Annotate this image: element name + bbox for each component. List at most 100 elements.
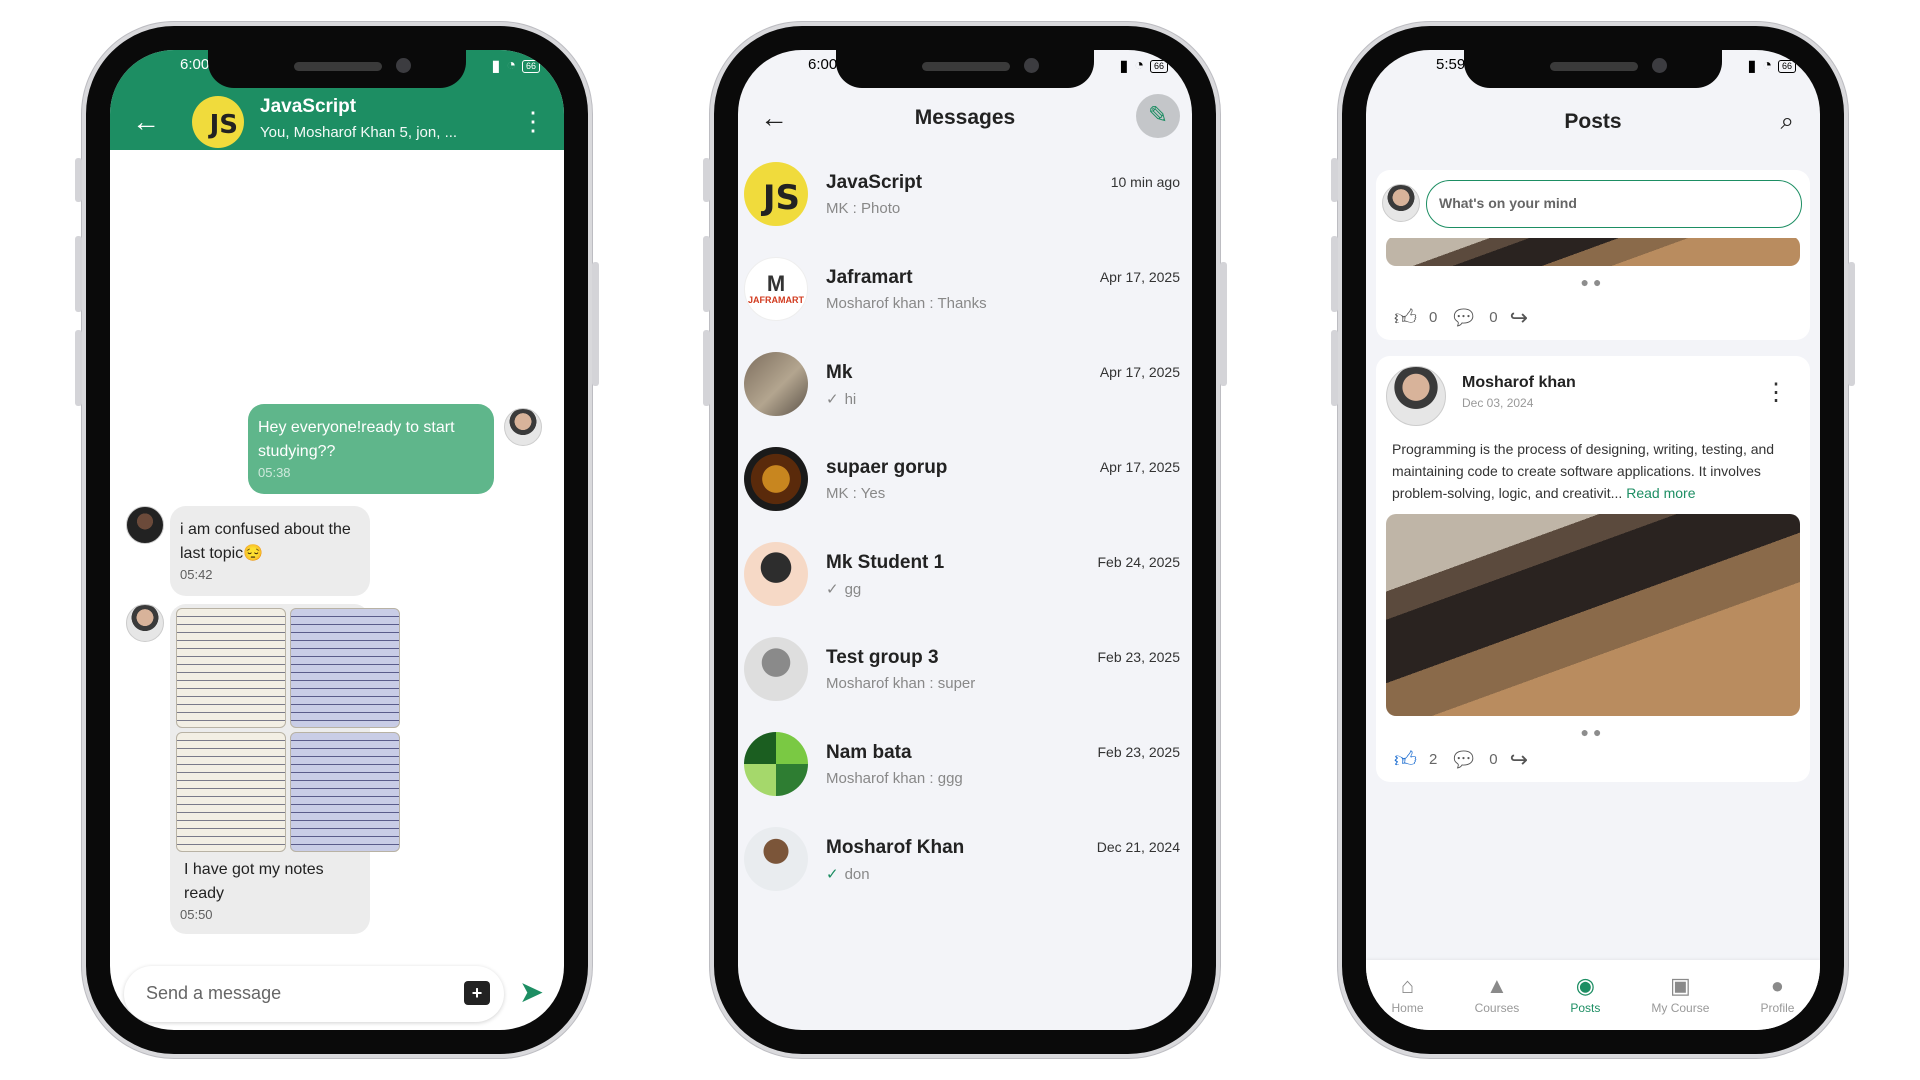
chat-members: You, Mosharof Khan 5, jon, ... (260, 124, 458, 141)
message-bubble-incoming[interactable]: i am confused about the last topic😔 05:4… (170, 506, 370, 596)
volume-up-button (75, 236, 82, 312)
conversation-avatar: JS (744, 162, 808, 226)
conversation-date: Feb 24, 2025 (1097, 554, 1180, 570)
read-more-link[interactable]: Read more (1626, 485, 1695, 501)
conversation-list: JS JavaScript MK : Photo 10 min ago M JAF… (738, 158, 1192, 918)
nav-profile[interactable]: ● Profile (1760, 973, 1794, 1016)
post-date: Dec 03, 2024 (1462, 396, 1534, 410)
power-button (1848, 262, 1855, 386)
message-time: 05:38 (258, 465, 291, 480)
send-icon[interactable]: ➤ (519, 975, 544, 1010)
showcase-stage: ← JS JavaScript You, Mosharof Khan 5, jo… (0, 0, 1920, 1080)
message-text: i am confused about the last topic😔 (180, 521, 351, 562)
nav-posts[interactable]: ◉ Posts (1570, 975, 1600, 1016)
signal-icon: ▮ (1747, 58, 1757, 75)
conversation-avatar (744, 827, 808, 891)
new-message-button[interactable]: ✎ (1136, 94, 1180, 138)
chat-title[interactable]: JavaScript (260, 96, 356, 118)
message-input[interactable]: Send a message (146, 983, 281, 1004)
conversation-last-message: ✓ hi (826, 390, 856, 408)
message-composer[interactable]: Send a message + (124, 966, 504, 1022)
notes-photo[interactable] (176, 608, 286, 728)
nav-my-course[interactable]: ▣ My Course (1651, 975, 1709, 1016)
group-avatar[interactable]: JS (192, 96, 244, 148)
avatar[interactable] (126, 604, 164, 642)
side-button (75, 158, 82, 202)
side-button (703, 158, 710, 202)
notch (836, 50, 1094, 88)
power-button (592, 262, 599, 386)
post-input[interactable]: What's on your mind (1426, 180, 1802, 228)
avatar[interactable] (1382, 184, 1420, 222)
author-avatar[interactable] (1386, 366, 1446, 426)
conversation-name: Test group 3 (826, 647, 939, 668)
post-author[interactable]: Mosharof khan (1462, 374, 1576, 392)
message-time: 05:50 (180, 907, 213, 922)
phone-messages: 6:00 ▮ ◔ 66 ← Messages ✎ JS JavaScript M… (703, 22, 1227, 1058)
conversation-item[interactable]: JS JavaScript MK : Photo 10 min ago (738, 158, 1192, 253)
conversation-item[interactable]: supaer gorup MK : Yes Apr 17, 2025 (738, 443, 1192, 538)
volume-up-button (703, 236, 710, 312)
message-time: 05:42 (180, 567, 213, 582)
avatar[interactable] (126, 506, 164, 544)
message-preview: don (844, 866, 870, 883)
person-icon: ● (1770, 973, 1785, 998)
like-icon[interactable]: 👍︎ (1394, 746, 1417, 773)
notch (208, 50, 466, 88)
conversation-name: supaer gorup (826, 457, 948, 478)
conversation-item[interactable]: Nam bata Mosharof khan : ggg Feb 23, 202… (738, 728, 1192, 823)
like-icon[interactable]: 👍︎ (1394, 304, 1417, 331)
conversation-date: Apr 17, 2025 (1099, 459, 1180, 475)
nav-label: Courses (1474, 1001, 1520, 1015)
status-icons: ▮ ◔ 66 (1120, 56, 1168, 76)
conversation-last-message: Mosharof khan : super (826, 675, 976, 692)
status-time: 6:00 (808, 56, 838, 73)
conversation-item[interactable]: M JAFRAMART Jaframart Mosharof khan : Tha… (738, 253, 1192, 348)
notes-photo[interactable] (290, 608, 400, 728)
nav-home[interactable]: ⌂ Home (1392, 975, 1424, 1016)
message-preview: hi (844, 391, 857, 408)
post-image[interactable] (1386, 236, 1800, 266)
comment-icon[interactable]: 💬︎ (1449, 305, 1477, 331)
notes-photo[interactable] (290, 732, 400, 852)
carousel-dots[interactable]: ●● (1376, 274, 1810, 290)
conversation-name: Mk Student 1 (826, 552, 945, 573)
post-menu-icon[interactable]: ⋮ (1764, 380, 1788, 406)
comment-icon[interactable]: 💬︎ (1449, 747, 1477, 773)
conversation-item[interactable]: Mk Student 1 ✓ gg Feb 24, 2025 (738, 538, 1192, 633)
side-button (1331, 158, 1338, 202)
conversation-avatar (744, 352, 808, 416)
conversation-name: JavaScript (826, 172, 923, 193)
search-icon[interactable]: ⌕ (1781, 108, 1794, 136)
conversation-item[interactable]: Mosharof Khan ✓ don Dec 21, 2024 (738, 823, 1192, 918)
conversation-item[interactable]: Mk ✓ hi Apr 17, 2025 (738, 348, 1192, 443)
avatar[interactable] (504, 408, 542, 446)
attach-media-icon[interactable]: + (464, 981, 490, 1005)
post-actions: 👍︎ 0 💬︎ 0 ↪ (1394, 304, 1528, 331)
conversation-last-message: ✓ don (826, 865, 870, 883)
conversation-item[interactable]: Test group 3 Mosharof khan : super Feb 2… (738, 633, 1192, 728)
conversation-last-message: MK : Yes (826, 485, 886, 502)
like-count: 2 (1429, 751, 1438, 768)
post-text: Programming is the process of designing,… (1392, 441, 1775, 501)
back-arrow-icon[interactable]: ← (132, 108, 160, 136)
wifi-icon: ◔ (1762, 57, 1772, 74)
share-icon[interactable]: ↪ (1510, 305, 1528, 331)
phone-posts: 5:59 ▮ ◔ 66 Posts ⌕ What's on your mind … (1331, 22, 1855, 1058)
status-icons: ▮ ◔ 66 (1747, 56, 1796, 76)
message-bubble-outgoing[interactable]: Hey everyone!ready to start studying?? 0… (248, 404, 494, 494)
message-bubble-image[interactable]: I have got my notes ready 05:50 (170, 604, 400, 934)
conversation-last-message: ✓ gg (826, 580, 861, 598)
conversation-avatar: M JAFRAMART (744, 257, 808, 321)
nav-courses[interactable]: ▲ Courses (1474, 975, 1520, 1016)
page-title: Posts (1564, 110, 1622, 133)
notes-photo[interactable] (176, 732, 286, 852)
share-icon[interactable]: ↪ (1510, 747, 1528, 773)
post-image[interactable] (1386, 514, 1800, 716)
volume-down-button (75, 330, 82, 406)
carousel-dots[interactable]: ●● (1376, 724, 1810, 740)
wifi-icon: ◔ (506, 57, 516, 74)
conversation-avatar (744, 637, 808, 701)
notes-image-grid[interactable] (176, 608, 400, 852)
more-options-icon[interactable]: ⋮ (520, 108, 546, 134)
